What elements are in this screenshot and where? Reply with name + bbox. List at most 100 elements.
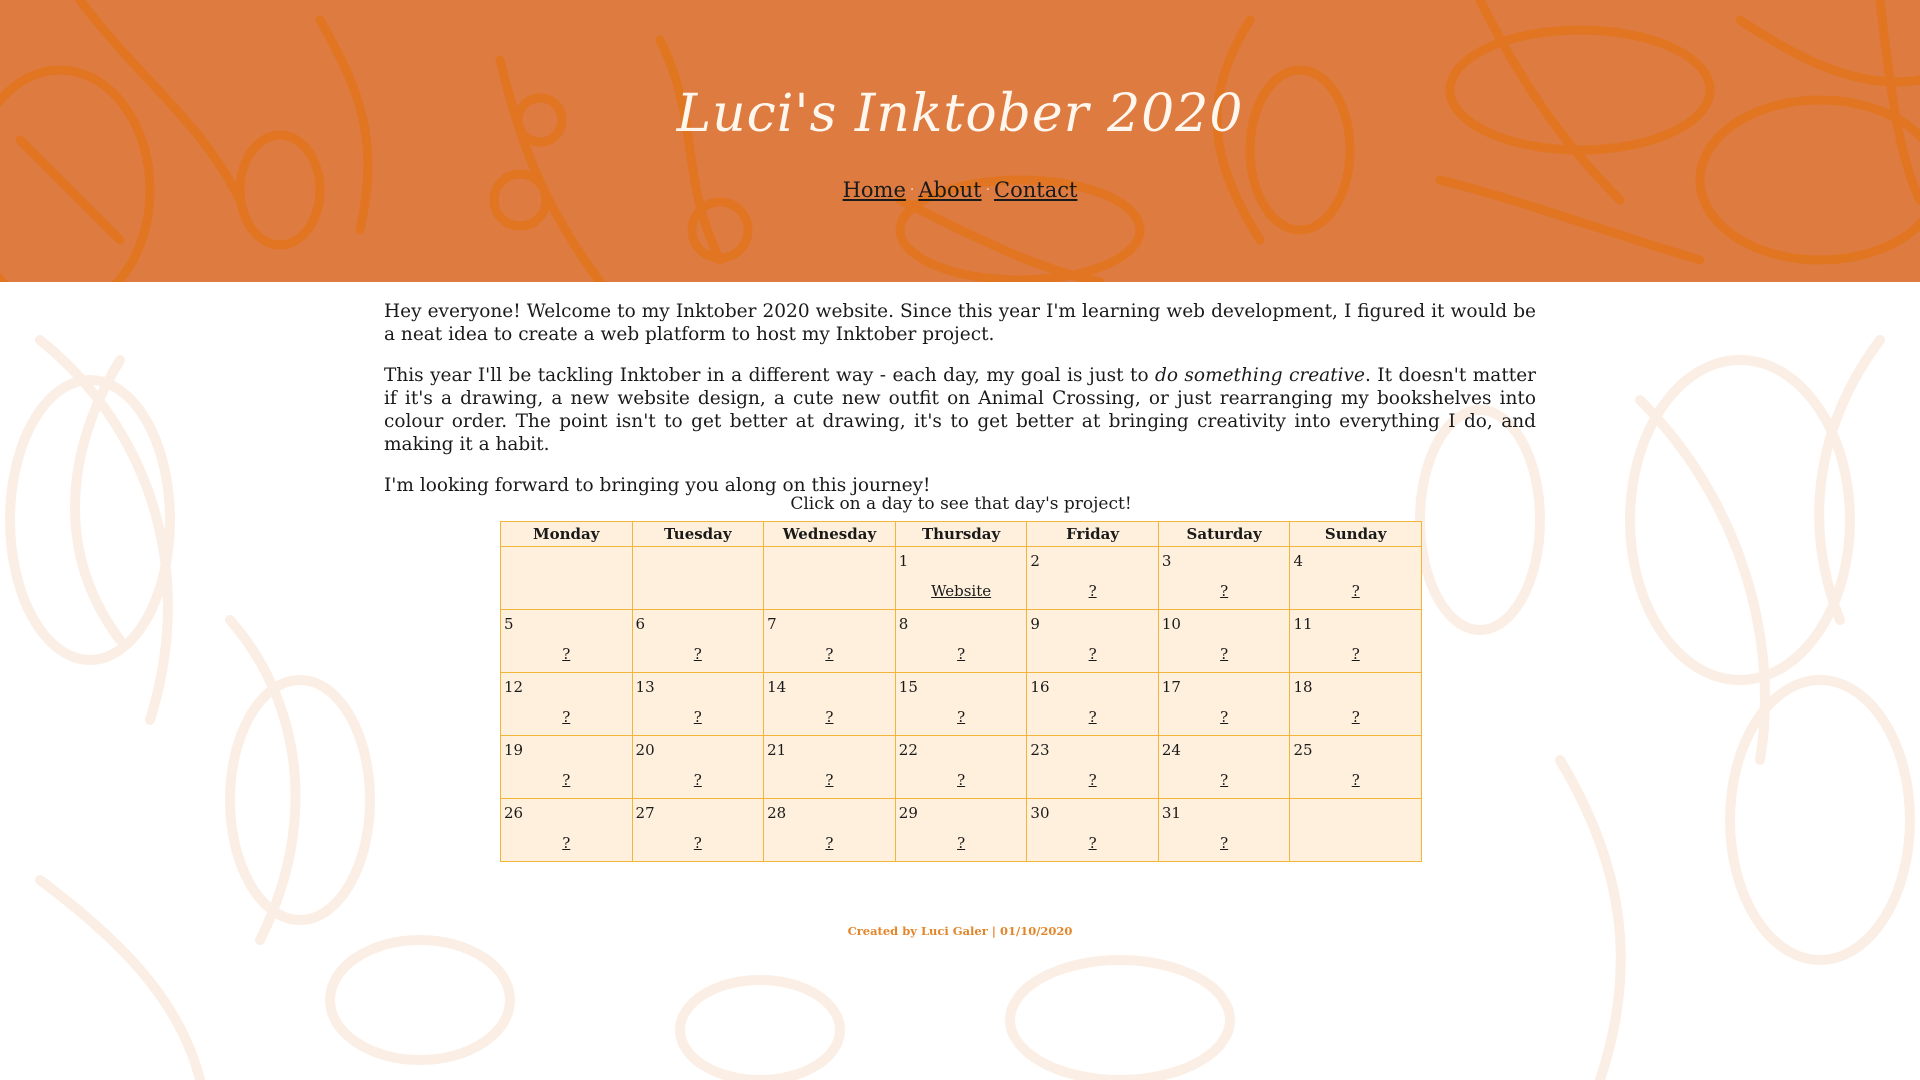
day-number: 5 <box>504 615 514 633</box>
day-project-link[interactable]: ? <box>1159 582 1290 600</box>
day-number: 15 <box>898 678 918 696</box>
weekday-header-wednesday: Wednesday <box>763 521 896 547</box>
day-project-link[interactable]: ? <box>1027 708 1157 726</box>
day-project-link[interactable]: ? <box>764 834 895 852</box>
day-number: 13 <box>635 678 655 696</box>
day-project-link[interactable]: ? <box>1027 645 1157 663</box>
day-project-link[interactable]: ? <box>1159 834 1290 852</box>
calendar-empty-cell <box>763 546 896 610</box>
day-project-link[interactable]: ? <box>1027 771 1157 789</box>
nav-link-home[interactable]: Home <box>843 178 906 202</box>
calendar-day-cell: 4? <box>1289 546 1422 610</box>
day-number: 16 <box>1030 678 1050 696</box>
main-nav: Home · About · Contact <box>0 178 1920 202</box>
calendar-empty-cell <box>500 546 633 610</box>
day-number: 11 <box>1293 615 1313 633</box>
calendar-week-row: 1 Website 2? 3? 4? <box>500 546 1422 610</box>
calendar-day-cell: 24? <box>1157 735 1291 799</box>
day-number: 9 <box>1030 615 1040 633</box>
calendar-week-row: 19? 20? 21? 22? 23? 24? 25? <box>500 735 1422 799</box>
calendar-week-row: 12? 13? 14? 15? 16? 17? 18? <box>500 672 1422 736</box>
calendar-day-cell: 13? <box>631 672 765 736</box>
day-project-link[interactable]: ? <box>501 708 632 726</box>
day-project-link[interactable]: ? <box>764 771 895 789</box>
calendar-day-cell: 31? <box>1157 798 1291 862</box>
calendar-day-cell: 28? <box>763 798 896 862</box>
day-number: 22 <box>898 741 918 759</box>
site-footer: Created by Luci Galer | 01/10/2020 <box>847 924 1073 938</box>
day-number: 8 <box>898 615 909 633</box>
day-project-link[interactable]: ? <box>633 771 764 789</box>
calendar-day-cell: 17? <box>1157 672 1291 736</box>
calendar-day-cell: 3? <box>1157 546 1291 610</box>
day-number: 19 <box>504 741 524 759</box>
day-number: 21 <box>767 741 787 759</box>
day-number: 25 <box>1293 741 1313 759</box>
day-number: 10 <box>1161 615 1181 633</box>
site-header: Luci's Inktober 2020 Home · About · Contact <box>0 0 1920 282</box>
day-project-link[interactable]: ? <box>1290 708 1421 726</box>
day-project-link[interactable]: ? <box>1290 645 1421 663</box>
day-project-link[interactable]: ? <box>501 834 632 852</box>
day-project-link[interactable]: ? <box>1290 582 1421 600</box>
day-project-link[interactable]: ? <box>1159 645 1290 663</box>
calendar-body: 1 Website 2? 3? 4? 5? 6? 7? 8? 9? 10? 11? 12? 13? 14? 1… <box>500 546 1422 862</box>
calendar-day-cell: 18? <box>1289 672 1422 736</box>
calendar-header-row: Monday Tuesday Wednesday Thursday Friday Satu… <box>500 521 1422 547</box>
day-number: 30 <box>1030 804 1050 822</box>
day-number: 26 <box>504 804 524 822</box>
day-number: 20 <box>635 741 655 759</box>
intro-paragraph-2-start: This year I'll be tackling Inktober in a… <box>384 365 1156 386</box>
weekday-header-tuesday: Tuesday <box>631 521 765 547</box>
day-project-link[interactable]: ? <box>764 708 895 726</box>
day-number: 6 <box>635 615 646 633</box>
weekday-header-monday: Monday <box>500 521 633 547</box>
intro-paragraph-2: This year I'll be tackling Inktober in a… <box>384 364 1536 456</box>
weekday-header-thursday: Thursday <box>894 521 1028 547</box>
day-project-link[interactable]: ? <box>633 834 764 852</box>
calendar-day-cell: 11? <box>1289 609 1422 673</box>
weekday-header-friday: Friday <box>1026 521 1159 547</box>
nav-separator: · <box>909 182 915 198</box>
day-number: 29 <box>898 804 918 822</box>
calendar-section: Click on a day to see that day's project… <box>500 494 1422 862</box>
day-number: 17 <box>1161 678 1181 696</box>
calendar-day-cell: 1 Website <box>894 546 1028 610</box>
calendar-caption: Click on a day to see that day's project… <box>790 494 1132 514</box>
day-project-link[interactable]: ? <box>1290 771 1421 789</box>
day-number: 1 <box>898 552 909 570</box>
day-project-link[interactable]: ? <box>501 645 632 663</box>
calendar-day-cell: 8? <box>894 609 1028 673</box>
weekday-header-saturday: Saturday <box>1157 521 1291 547</box>
calendar-day-cell: 23? <box>1026 735 1159 799</box>
calendar-day-cell: 16? <box>1026 672 1159 736</box>
day-project-link[interactable]: ? <box>896 645 1027 663</box>
site-title: Luci's Inktober 2020 <box>676 84 1244 144</box>
day-project-link[interactable]: ? <box>764 645 895 663</box>
day-project-link[interactable]: ? <box>896 834 1027 852</box>
day-project-link[interactable]: Website <box>896 582 1027 600</box>
calendar-empty-cell <box>631 546 765 610</box>
day-project-link[interactable]: ? <box>633 708 764 726</box>
calendar-day-cell: 10? <box>1157 609 1291 673</box>
day-project-link[interactable]: ? <box>1159 771 1290 789</box>
intro-text: Hey everyone! Welcome to my Inktober 202… <box>384 300 1536 515</box>
day-number: 28 <box>767 804 787 822</box>
day-number: 24 <box>1161 741 1181 759</box>
day-project-link[interactable]: ? <box>896 771 1027 789</box>
nav-link-contact[interactable]: Contact <box>994 178 1077 202</box>
day-project-link[interactable]: ? <box>1027 582 1157 600</box>
calendar-day-cell: 29? <box>894 798 1028 862</box>
day-project-link[interactable]: ? <box>633 645 764 663</box>
day-project-link[interactable]: ? <box>501 771 632 789</box>
day-number: 12 <box>504 678 524 696</box>
calendar-day-cell: 19? <box>500 735 633 799</box>
day-project-link[interactable]: ? <box>1159 708 1290 726</box>
day-project-link[interactable]: ? <box>896 708 1027 726</box>
intro-paragraph-1: Hey everyone! Welcome to my Inktober 202… <box>384 301 1536 345</box>
day-project-link[interactable]: ? <box>1027 834 1157 852</box>
day-number: 7 <box>767 615 777 633</box>
nav-link-about[interactable]: About <box>918 178 981 202</box>
calendar-day-cell: 22? <box>894 735 1028 799</box>
calendar-day-cell: 7? <box>763 609 896 673</box>
